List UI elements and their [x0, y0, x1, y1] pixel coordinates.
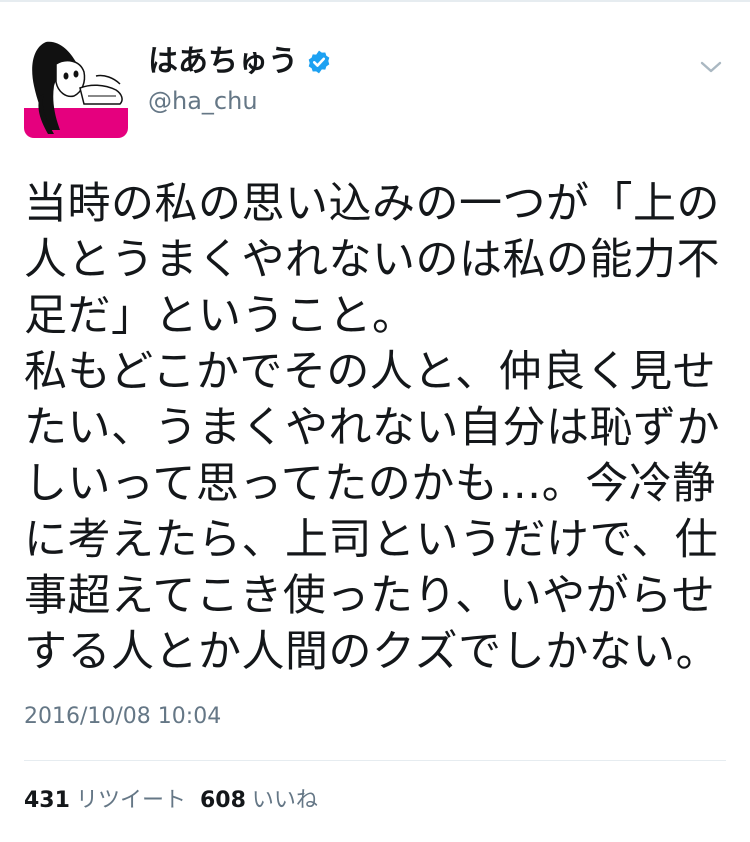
tweet-timestamp[interactable]: 2016/10/08 10:04	[24, 702, 221, 732]
display-name[interactable]: はあちゅう	[148, 42, 298, 82]
stats-divider	[24, 760, 726, 761]
display-name-row: はあちゅう	[148, 42, 332, 82]
avatar-illustration	[24, 34, 128, 138]
top-divider	[0, 0, 750, 2]
likes-count: 608	[199, 788, 246, 813]
user-info: はあちゅう @ha_chu	[148, 42, 332, 118]
likes-label: いいね	[251, 788, 318, 813]
chevron-down-icon[interactable]	[696, 52, 726, 82]
retweets-label: リツイート	[75, 788, 186, 813]
tweet-text: 当時の私の思い込みの一つが「上の人とうまくやれないのは私の能力不足だ」ということ…	[24, 179, 720, 677]
tweet-header: はあちゅう @ha_chu	[24, 34, 726, 138]
retweets-count: 431	[24, 788, 70, 813]
verified-badge-icon	[306, 49, 332, 75]
avatar[interactable]	[24, 34, 128, 138]
retweets-stat[interactable]: 431 リツイート	[24, 786, 186, 816]
likes-stat[interactable]: 608 いいね	[200, 786, 318, 816]
user-handle[interactable]: @ha_chu	[148, 84, 332, 118]
tweet-stats: 431 リツイート 608 いいね	[24, 786, 332, 816]
